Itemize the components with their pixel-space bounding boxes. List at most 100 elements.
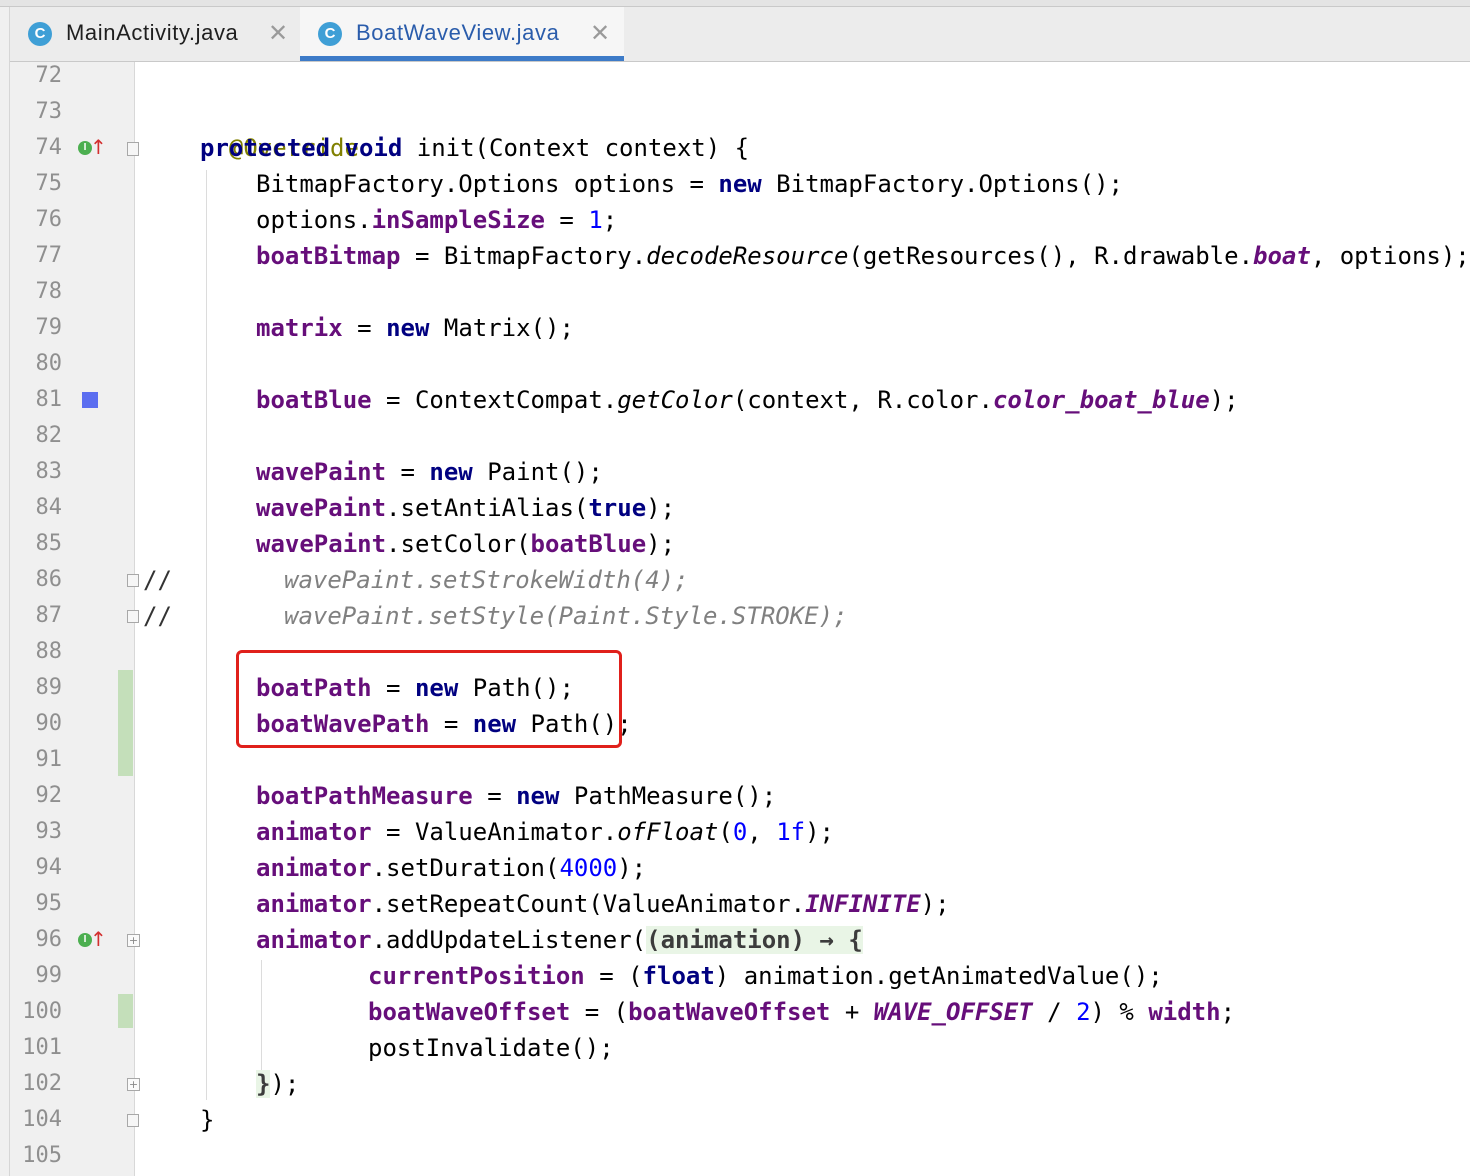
code-text: = — [472, 782, 517, 810]
line-number: 73 — [35, 99, 63, 124]
code-line-87: wavePaint.setStyle(Paint.Style.STROKE); — [284, 602, 848, 630]
keyword: float — [642, 962, 715, 990]
code-line-104: } — [200, 1102, 214, 1138]
code-text: = ( — [570, 998, 629, 1026]
code-line-93: animator = ValueAnimator.ofFloat(0, 1f); — [256, 814, 834, 850]
line-number: 72 — [35, 63, 63, 88]
code-line-83: wavePaint = new Paint(); — [256, 454, 603, 490]
code-text: = — [342, 314, 387, 342]
close-icon[interactable]: ✕ — [268, 19, 288, 47]
code-text: BitmapFactory.Options(); — [761, 170, 1123, 198]
java-class-icon: C — [318, 22, 342, 46]
code-text: ) % — [1090, 998, 1149, 1026]
static-method: getColor — [617, 386, 733, 414]
fold-expand-icon[interactable]: + — [127, 1078, 140, 1091]
tab-label: BoatWaveView.java — [356, 20, 560, 45]
close-icon[interactable]: ✕ — [590, 19, 610, 47]
color-swatch-icon[interactable] — [82, 392, 98, 408]
field: matrix — [256, 314, 343, 342]
code-text: } — [200, 1106, 215, 1134]
code-text: ; — [1220, 998, 1236, 1026]
line-number: 91 — [35, 747, 63, 772]
static-method: ofFloat — [617, 818, 719, 846]
number: 2 — [1076, 998, 1091, 1026]
static-field: color_boat_blue — [992, 386, 1210, 414]
line-number: 75 — [35, 171, 63, 196]
code-line-85: wavePaint.setColor(boatBlue); — [256, 526, 675, 562]
code-line-73: @Override — [200, 94, 359, 162]
vcs-change-marker[interactable] — [118, 670, 133, 776]
code-text: PathMeasure(); — [559, 782, 777, 810]
code-text: .setColor( — [386, 530, 531, 558]
fold-collapse-icon[interactable] — [127, 574, 139, 587]
code-text: .setDuration( — [371, 854, 560, 882]
code-text: ); — [646, 494, 676, 522]
code-text: ); — [646, 530, 676, 558]
line-number: 84 — [35, 495, 63, 520]
number: 0 — [732, 818, 748, 846]
fold-end-icon[interactable] — [127, 610, 139, 623]
line-number: 87 — [35, 603, 63, 628]
code-line-101: postInvalidate(); — [368, 1030, 614, 1066]
field: boatPathMeasure — [256, 782, 473, 810]
line-number: 92 — [35, 783, 63, 808]
code-text: Paint(); — [472, 458, 603, 486]
field: animator — [256, 890, 372, 918]
tab-main-activity[interactable]: C MainActivity.java ✕ — [10, 7, 300, 61]
code-line-96: animator.addUpdateListener((animation) →… — [256, 922, 863, 958]
code-text: BitmapFactory.Options options = — [256, 170, 719, 198]
static-field: WAVE_OFFSET — [873, 998, 1033, 1026]
code-line-74: protected void init(Context context) { — [200, 130, 749, 166]
code-text: ); — [270, 1070, 300, 1098]
folded-lambda-close[interactable]: } — [256, 1070, 271, 1098]
line-number: 93 — [35, 819, 63, 844]
code-line-95: animator.setRepeatCount(ValueAnimator.IN… — [256, 886, 950, 922]
fold-collapse-icon[interactable] — [127, 142, 139, 156]
line-number: 94 — [35, 855, 63, 880]
field: boatBlue — [256, 386, 372, 414]
line-number: 104 — [22, 1107, 62, 1132]
field: inSampleSize — [371, 206, 545, 234]
code-text: ); — [920, 890, 950, 918]
static-field: INFINITE — [805, 890, 921, 918]
comment-marker: // — [143, 566, 172, 594]
line-number: 85 — [35, 531, 63, 556]
code-text: ); — [805, 818, 835, 846]
line-number: 86 — [35, 567, 63, 592]
fold-expand-icon[interactable]: + — [127, 934, 140, 947]
line-number: 74 — [35, 135, 63, 160]
highlight-box — [236, 650, 622, 748]
field: animator — [256, 818, 372, 846]
line-number: 82 — [35, 423, 63, 448]
code-text: = BitmapFactory. — [400, 242, 647, 270]
line-number: 89 — [35, 675, 63, 700]
code-line-77: boatBitmap = BitmapFactory.decodeResourc… — [256, 238, 1470, 274]
override-arrow-icon[interactable]: ↑ — [90, 929, 107, 949]
field: boatBlue — [530, 530, 647, 558]
number: 4000 — [559, 854, 618, 882]
tab-boat-wave-view[interactable]: C BoatWaveView.java ✕ — [300, 7, 624, 61]
override-arrow-icon[interactable]: ↑ — [90, 137, 107, 157]
comment-marker: // — [143, 602, 172, 630]
code-line-99: currentPosition = (float) animation.getA… — [368, 958, 1163, 994]
line-number: 99 — [35, 963, 63, 988]
field: wavePaint — [256, 530, 387, 558]
line-number: 76 — [35, 207, 63, 232]
keyword: new — [516, 782, 560, 810]
vcs-change-marker[interactable] — [118, 994, 133, 1028]
line-number: 83 — [35, 459, 63, 484]
static-method: decodeResource — [646, 242, 849, 270]
field: wavePaint — [256, 458, 387, 486]
indent-guide — [261, 960, 262, 1070]
code-text: = ValueAnimator. — [371, 818, 618, 846]
line-number: 77 — [35, 243, 63, 268]
code-line-102: }); — [256, 1066, 299, 1102]
fold-end-icon[interactable] — [127, 1114, 139, 1127]
code-text: (context, R.color. — [732, 386, 993, 414]
code-line-100: boatWaveOffset = (boatWaveOffset + WAVE_… — [368, 994, 1235, 1030]
code-text: ) animation.getAnimatedValue(); — [714, 962, 1163, 990]
line-number: 101 — [22, 1035, 62, 1060]
folded-lambda[interactable]: (animation) → { — [646, 926, 863, 954]
code-text: postInvalidate(); — [368, 1034, 614, 1062]
line-number: 79 — [35, 315, 63, 340]
